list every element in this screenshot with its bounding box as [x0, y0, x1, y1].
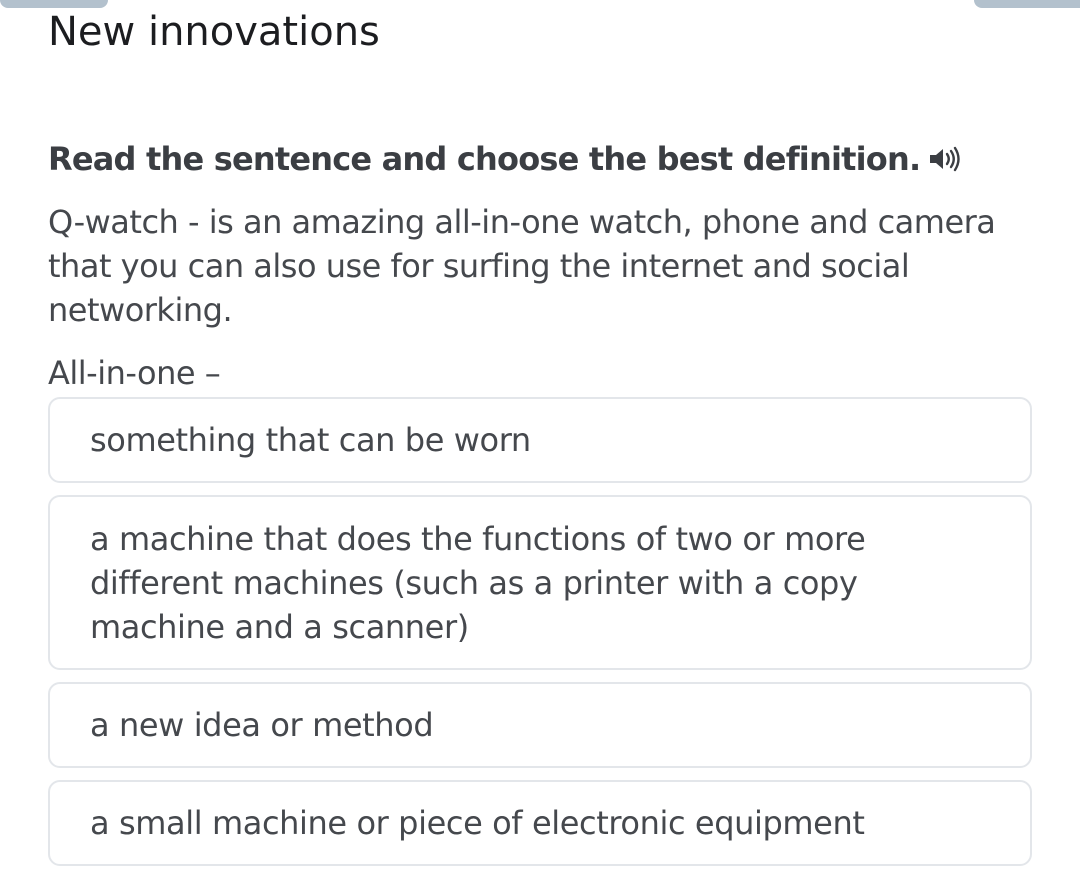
speaker-icon[interactable] — [928, 144, 962, 174]
question-sentence: Q-watch - is an amazing all-in-one watch… — [48, 203, 996, 329]
answer-option-label: a small machine or piece of electronic e… — [90, 804, 865, 842]
answer-option-label: something that can be worn — [90, 421, 531, 459]
top-left-tab[interactable] — [0, 0, 108, 8]
answer-option-1[interactable]: something that can be worn — [48, 397, 1032, 483]
answer-option-3[interactable]: a new idea or method — [48, 682, 1032, 768]
instruction-text: Read the sentence and choose the best de… — [48, 140, 921, 178]
question-instruction: Read the sentence and choose the best de… — [48, 136, 962, 182]
answer-option-2[interactable]: a machine that does the functions of two… — [48, 495, 1032, 670]
answer-option-label: a new idea or method — [90, 706, 434, 744]
exercise-screen: New innovations Read the sentence and ch… — [0, 0, 1080, 876]
top-right-tab[interactable] — [974, 0, 1080, 8]
question-term: All-in-one – — [48, 354, 221, 392]
answer-option-label: a machine that does the functions of two… — [90, 519, 866, 646]
answer-option-4[interactable]: a small machine or piece of electronic e… — [48, 780, 1032, 866]
page-title: New innovations — [48, 9, 380, 55]
